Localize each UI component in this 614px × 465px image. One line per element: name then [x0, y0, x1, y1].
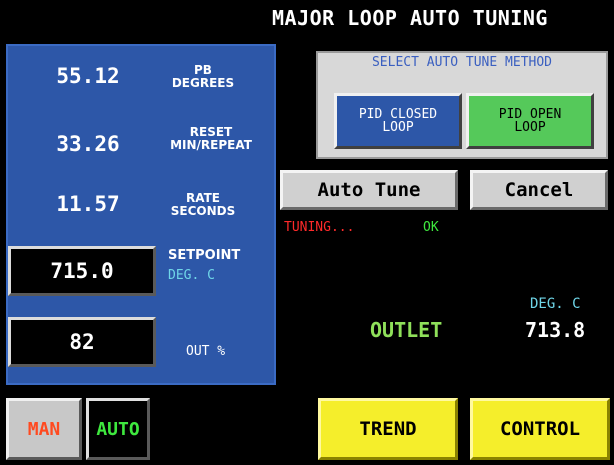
- pid-closed-loop-button[interactable]: PID CLOSED LOOP: [334, 93, 462, 149]
- trend-button[interactable]: TREND: [318, 398, 458, 460]
- reset-label: RESET MIN/REPEAT: [148, 126, 274, 152]
- outlet-label: OUTLET: [370, 318, 443, 342]
- cancel-button[interactable]: Cancel: [470, 170, 608, 210]
- setpoint-label: SETPOINT: [168, 248, 241, 263]
- tuning-status: TUNING...: [284, 220, 355, 235]
- tuning-ok-status: OK: [423, 220, 439, 235]
- auto-mode-button[interactable]: AUTO: [86, 398, 150, 460]
- rate-label-line-2: SECONDS: [170, 204, 236, 218]
- tune-method-title: SELECT AUTO TUNE METHOD: [371, 55, 552, 70]
- rate-value: 11.57: [56, 192, 120, 216]
- outlet-temperature-value: 713.8: [525, 318, 586, 342]
- pb-value: 55.12: [56, 64, 120, 88]
- tuning-parameters-panel: 55.12 PB DEGREES 33.26 RESET MIN/REPEAT …: [6, 44, 276, 385]
- reset-label-line-2: MIN/REPEAT: [170, 138, 252, 152]
- pb-label-line-2: DEGREES: [171, 76, 235, 90]
- rate-label: RATE SECONDS: [158, 192, 248, 218]
- outlet-unit: DEG. C: [530, 296, 581, 312]
- auto-tune-button[interactable]: Auto Tune: [280, 170, 458, 210]
- screen-title: MAJOR LOOP AUTO TUNING: [272, 6, 548, 30]
- pid-open-loop-button[interactable]: PID OPEN LOOP: [466, 93, 594, 149]
- output-input[interactable]: 82: [8, 317, 156, 367]
- setpoint-unit: DEG. C: [168, 268, 215, 283]
- tune-method-panel: SELECT AUTO TUNE METHOD PID CLOSED LOOP …: [316, 51, 608, 159]
- output-label: OUT %: [186, 344, 226, 359]
- pb-label: PB DEGREES: [158, 64, 248, 90]
- reset-value: 33.26: [56, 132, 120, 156]
- control-button[interactable]: CONTROL: [470, 398, 610, 460]
- setpoint-input[interactable]: 715.0: [8, 246, 156, 296]
- pid-closed-loop-line-2: LOOP: [382, 120, 414, 135]
- manual-mode-button[interactable]: MAN: [6, 398, 82, 460]
- pid-open-loop-line-2: LOOP: [514, 120, 546, 135]
